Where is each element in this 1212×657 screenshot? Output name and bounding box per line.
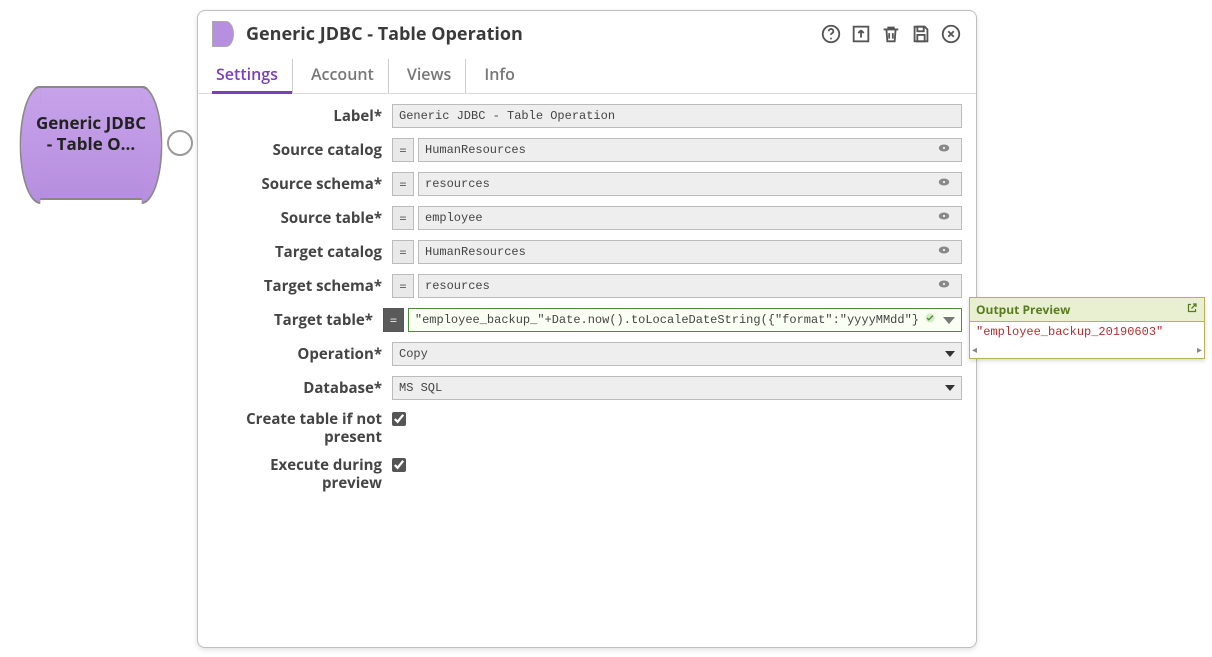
source-table-field[interactable]: employee [418,206,962,230]
operation-lbl: Operation* [212,345,392,363]
target-table-lbl: Target table* [212,311,383,329]
close-icon[interactable] [940,23,962,45]
output-preview-panel: Output Preview "employee_backup_20190603… [969,297,1205,359]
source-schema-lbl: Source schema* [212,175,392,193]
database-lbl: Database* [212,379,392,397]
validate-ok-icon [923,311,937,329]
tab-info[interactable]: Info [480,59,519,93]
save-icon[interactable] [910,23,932,45]
target-schema-lbl: Target schema* [212,277,392,295]
tab-settings[interactable]: Settings [212,59,293,93]
expr-toggle[interactable]: = [392,172,414,196]
chevron-down-icon[interactable] [943,317,955,324]
suggest-icon[interactable] [937,243,951,261]
exec-preview-lbl: Execute duringpreview [212,456,392,492]
expr-toggle[interactable]: = [392,138,414,162]
database-select[interactable]: MS SQL [392,376,962,400]
source-catalog-field[interactable]: HumanResources [418,138,962,162]
scroll-right-icon[interactable]: ▸ [1197,342,1202,356]
scroll-left-icon[interactable]: ◂ [972,342,977,356]
source-catalog-lbl: Source catalog [212,141,392,159]
label-lbl: Label* [212,107,392,125]
target-catalog-field[interactable]: HumanResources [418,240,962,264]
source-schema-field[interactable]: resources [418,172,962,196]
tab-views[interactable]: Views [403,59,466,93]
label-field[interactable]: Generic JDBC - Table Operation [392,104,962,128]
output-preview-header: Output Preview [970,298,1204,322]
tab-account[interactable]: Account [307,59,389,93]
settings-form: Label* Generic JDBC - Table Operation So… [198,94,976,512]
settings-dialog: Generic JDBC - Table Operation Settings … [197,10,977,648]
popout-icon[interactable] [1186,301,1198,318]
source-table-lbl: Source table* [212,209,392,227]
pipeline-node[interactable]: Generic JDBC - Table O... [5,78,185,208]
expr-toggle-active[interactable]: = [383,308,404,332]
help-icon[interactable] [820,23,842,45]
suggest-icon[interactable] [937,175,951,193]
snap-icon [212,21,234,47]
expr-toggle[interactable]: = [392,206,414,230]
dialog-title: Generic JDBC - Table Operation [246,22,820,46]
expr-toggle[interactable]: = [392,240,414,264]
preview-scrollbar[interactable]: ◂ ▸ [970,342,1204,358]
caret-down-icon [945,351,955,357]
suggest-icon[interactable] [937,141,951,159]
operation-select[interactable]: Copy [392,342,962,366]
target-table-field[interactable]: "employee_backup_"+Date.now().toLocaleDa… [408,308,962,332]
target-schema-field[interactable]: resources [418,274,962,298]
export-icon[interactable] [850,23,872,45]
expr-toggle[interactable]: = [392,274,414,298]
delete-icon[interactable] [880,23,902,45]
suggest-icon[interactable] [937,209,951,227]
suggest-icon[interactable] [937,277,951,295]
output-preview-value: "employee_backup_20190603" [970,322,1204,342]
tabs: Settings Account Views Info [198,53,976,94]
create-table-checkbox[interactable] [392,412,406,426]
target-catalog-lbl: Target catalog [212,243,392,261]
dialog-header: Generic JDBC - Table Operation [198,11,976,53]
caret-down-icon [945,385,955,391]
exec-preview-checkbox[interactable] [392,458,406,472]
create-table-lbl: Create table if notpresent [212,410,392,446]
node-label: Generic JDBC - Table O... [9,112,173,155]
